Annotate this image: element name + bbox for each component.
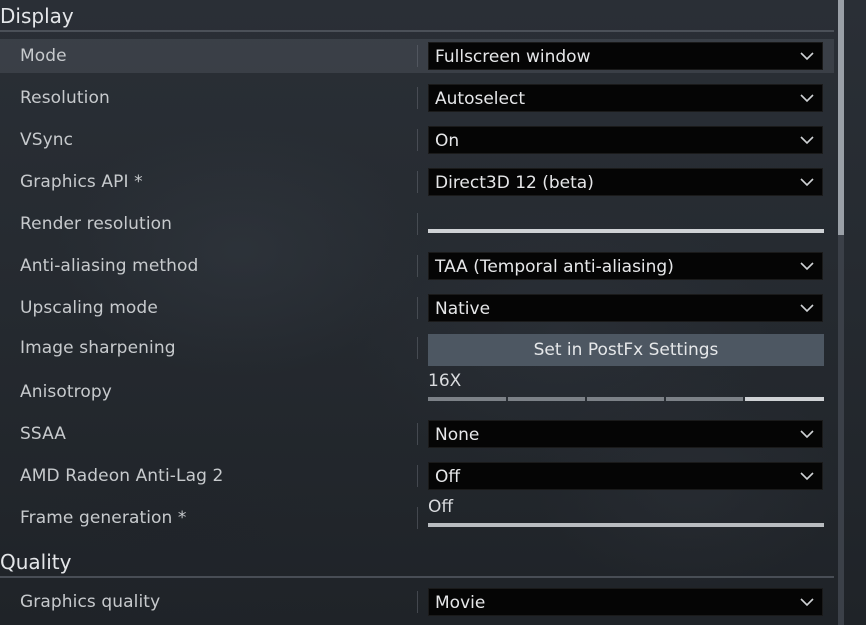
slider-segment-gap bbox=[664, 397, 666, 401]
section-title-quality: Quality bbox=[0, 546, 834, 578]
upscaling-dropdown-value: Native bbox=[435, 299, 491, 319]
setting-label-sharpening: Image sharpening bbox=[20, 338, 176, 358]
chevron-down-icon bbox=[800, 52, 814, 61]
row-divider bbox=[417, 129, 418, 151]
graphics-api-dropdown-value: Direct3D 12 (beta) bbox=[435, 173, 594, 193]
row-divider bbox=[417, 87, 418, 109]
mode-dropdown[interactable]: Fullscreen window bbox=[428, 42, 823, 70]
graphics-quality-dropdown[interactable]: Movie bbox=[428, 588, 823, 616]
setting-label-ssaa: SSAA bbox=[20, 424, 67, 444]
graphics-quality-dropdown-value: Movie bbox=[435, 593, 486, 613]
row-divider bbox=[417, 45, 418, 67]
render-resolution-slider-fill bbox=[428, 229, 824, 233]
anisotropy-slider[interactable] bbox=[428, 397, 824, 401]
setting-label-anti-lag: AMD Radeon Anti-Lag 2 bbox=[20, 466, 224, 486]
row-divider bbox=[417, 507, 418, 529]
setting-label-anti-aliasing: Anti-aliasing method bbox=[20, 256, 199, 276]
setting-row-anti-aliasing[interactable]: Anti-aliasing method TAA (Temporal anti-… bbox=[0, 249, 834, 283]
setting-label-frame-generation: Frame generation * bbox=[20, 508, 187, 528]
setting-row-graphics-api[interactable]: Graphics API * Direct3D 12 (beta) bbox=[0, 165, 834, 199]
setting-row-render-resolution[interactable]: Render resolution bbox=[0, 207, 834, 241]
chevron-down-icon bbox=[800, 136, 814, 145]
setting-label-mode: Mode bbox=[20, 46, 67, 66]
mode-dropdown-value: Fullscreen window bbox=[435, 47, 591, 67]
slider-segment-gap bbox=[585, 397, 587, 401]
postfx-settings-button[interactable]: Set in PostFx Settings bbox=[428, 334, 824, 366]
anti-lag-dropdown[interactable]: Off bbox=[428, 462, 823, 490]
frame-generation-value: Off bbox=[428, 497, 454, 517]
row-divider bbox=[417, 297, 418, 319]
vsync-dropdown[interactable]: On bbox=[428, 126, 823, 154]
setting-label-graphics-quality: Graphics quality bbox=[20, 592, 161, 612]
chevron-down-icon bbox=[800, 598, 814, 607]
frame-generation-slider[interactable] bbox=[428, 523, 824, 527]
anisotropy-value: 16X bbox=[428, 371, 462, 391]
setting-row-graphics-quality[interactable]: Graphics quality Movie bbox=[0, 585, 834, 619]
row-divider bbox=[417, 213, 418, 235]
row-divider bbox=[417, 255, 418, 277]
upscaling-dropdown[interactable]: Native bbox=[428, 294, 823, 322]
chevron-down-icon bbox=[800, 178, 814, 187]
resolution-dropdown-value: Autoselect bbox=[435, 89, 525, 109]
setting-row-anti-lag[interactable]: AMD Radeon Anti-Lag 2 Off bbox=[0, 459, 834, 493]
row-divider bbox=[417, 337, 418, 359]
anti-lag-dropdown-value: Off bbox=[435, 467, 461, 487]
section-title-display-text: Display bbox=[0, 4, 74, 28]
section-title-quality-text: Quality bbox=[0, 550, 72, 574]
setting-row-ssaa[interactable]: SSAA None bbox=[0, 417, 834, 451]
row-divider bbox=[417, 591, 418, 613]
setting-row-vsync[interactable]: VSync On bbox=[0, 123, 834, 157]
section-divider bbox=[0, 30, 834, 32]
row-divider bbox=[417, 423, 418, 445]
setting-row-upscaling[interactable]: Upscaling mode Native bbox=[0, 291, 834, 325]
row-divider bbox=[417, 171, 418, 193]
chevron-down-icon bbox=[800, 472, 814, 481]
setting-label-vsync: VSync bbox=[20, 130, 74, 150]
setting-label-graphics-api: Graphics API * bbox=[20, 172, 143, 192]
resolution-dropdown[interactable]: Autoselect bbox=[428, 84, 823, 112]
anisotropy-slider-fill bbox=[744, 397, 824, 401]
section-divider bbox=[0, 576, 834, 578]
anti-aliasing-dropdown[interactable]: TAA (Temporal anti-aliasing) bbox=[428, 252, 823, 280]
setting-label-upscaling: Upscaling mode bbox=[20, 298, 158, 318]
vsync-dropdown-value: On bbox=[435, 131, 460, 151]
slider-segment-gap bbox=[743, 397, 745, 401]
section-title-display: Display bbox=[0, 0, 834, 32]
ssaa-dropdown-value: None bbox=[435, 425, 480, 445]
setting-row-frame-generation[interactable]: Frame generation * Off bbox=[0, 497, 834, 535]
setting-label-resolution: Resolution bbox=[20, 88, 110, 108]
ssaa-dropdown[interactable]: None bbox=[428, 420, 823, 448]
graphics-api-dropdown[interactable]: Direct3D 12 (beta) bbox=[428, 168, 823, 196]
scrollbar[interactable] bbox=[838, 0, 844, 625]
slider-segment-gap bbox=[506, 397, 508, 401]
setting-label-anisotropy: Anisotropy bbox=[20, 382, 112, 402]
setting-row-mode[interactable]: Mode Fullscreen window bbox=[0, 39, 834, 73]
anti-aliasing-dropdown-value: TAA (Temporal anti-aliasing) bbox=[435, 257, 674, 277]
render-resolution-slider[interactable] bbox=[428, 229, 824, 233]
settings-panel: Display Mode Fullscreen window Resolutio… bbox=[0, 0, 834, 625]
chevron-down-icon bbox=[800, 430, 814, 439]
chevron-down-icon bbox=[800, 304, 814, 313]
setting-row-anisotropy[interactable]: Anisotropy 16X bbox=[0, 371, 834, 409]
chevron-down-icon bbox=[800, 262, 814, 271]
chevron-down-icon bbox=[800, 94, 814, 103]
setting-row-sharpening[interactable]: Image sharpening Set in PostFx Settings bbox=[0, 331, 834, 366]
scrollbar-thumb[interactable] bbox=[838, 0, 844, 235]
row-divider bbox=[417, 465, 418, 487]
setting-label-render-resolution: Render resolution bbox=[20, 214, 173, 234]
setting-row-resolution[interactable]: Resolution Autoselect bbox=[0, 81, 834, 115]
